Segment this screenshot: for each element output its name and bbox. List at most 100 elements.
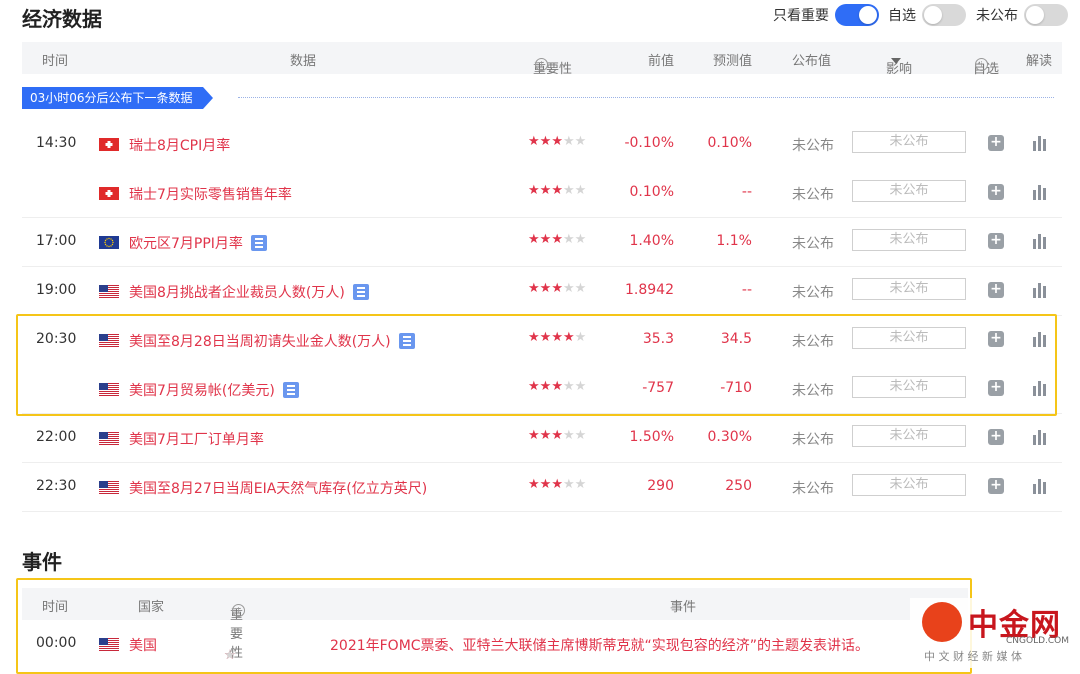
star-empty-icon: ★ bbox=[574, 281, 587, 296]
row-time: 14:30 bbox=[36, 135, 77, 151]
star-empty-icon: ★ bbox=[562, 428, 575, 443]
row-prev-value: 1.8942 bbox=[625, 282, 674, 298]
table-row[interactable]: 22:00 美国7月工厂订单月率 ★★★★★ 1.50% 0.30% 未公布 未公布 + bbox=[22, 413, 1062, 463]
row-indicator-text: 美国7月工厂订单月率 bbox=[129, 432, 264, 448]
sort-down-icon bbox=[891, 58, 901, 64]
flag-eu-icon bbox=[99, 236, 119, 249]
flag-ch-icon bbox=[99, 187, 119, 200]
star-filled-icon: ★ bbox=[528, 183, 540, 198]
watchlist-switch[interactable] bbox=[922, 4, 966, 26]
importance-stars: ★★★★★ bbox=[528, 183, 586, 198]
bar-chart-icon[interactable] bbox=[1032, 428, 1048, 445]
add-watch-button[interactable]: + bbox=[988, 135, 1004, 151]
flag-us-icon bbox=[99, 432, 119, 445]
row-published-value: 未公布 bbox=[792, 481, 834, 497]
table-row[interactable]: 14:30 瑞士8月CPI月率 ★★★★★ -0.10% 0.10% 未公布 未公布 + bbox=[22, 119, 1062, 168]
star-empty-icon: ★ bbox=[562, 232, 575, 247]
unpublished-switch[interactable] bbox=[1024, 4, 1068, 26]
row-forecast-value: 0.30% bbox=[707, 429, 752, 445]
switch-knob bbox=[1026, 6, 1044, 24]
star-filled-icon: ★ bbox=[551, 183, 563, 198]
impact-field: 未公布 bbox=[852, 131, 966, 153]
table-row[interactable]: 17:00 欧元区7月PPI月率 ★★★★★ 1.40% 1.1% 未公布 未公布 + bbox=[22, 217, 1062, 267]
star-filled-icon: ★ bbox=[551, 232, 563, 247]
row-prev-value: 1.40% bbox=[629, 233, 674, 249]
events-highlight-box bbox=[16, 578, 972, 674]
important-only-toggle-group[interactable]: 只看重要 bbox=[773, 4, 879, 26]
star-filled-icon: ★ bbox=[539, 134, 552, 149]
star-filled-icon: ★ bbox=[528, 232, 540, 247]
add-watch-button[interactable]: + bbox=[988, 184, 1004, 200]
row-indicator-text: 瑞士8月CPI月率 bbox=[129, 138, 231, 154]
col-forecast: 预测值 bbox=[713, 54, 753, 69]
star-filled-icon: ★ bbox=[539, 428, 552, 443]
impact-field: 未公布 bbox=[852, 180, 966, 202]
star-filled-icon: ★ bbox=[528, 134, 540, 149]
col-time: 时间 bbox=[42, 54, 69, 69]
add-watch-button[interactable]: + bbox=[988, 282, 1004, 298]
row-indicator-name[interactable]: 瑞士8月CPI月率 bbox=[129, 135, 230, 155]
star-empty-icon: ★ bbox=[574, 183, 587, 198]
bar-chart-icon[interactable] bbox=[1032, 134, 1048, 151]
col-published: 公布值 bbox=[792, 54, 832, 69]
switch-knob bbox=[924, 6, 942, 24]
flag-us-icon bbox=[99, 481, 119, 494]
add-watch-button[interactable]: + bbox=[988, 478, 1004, 494]
star-filled-icon: ★ bbox=[528, 477, 540, 492]
row-indicator-text: 瑞士7月实际零售销售年率 bbox=[129, 187, 292, 203]
star-filled-icon: ★ bbox=[551, 134, 563, 149]
importance-stars: ★★★★★ bbox=[528, 281, 586, 296]
star-filled-icon: ★ bbox=[539, 232, 552, 247]
star-filled-icon: ★ bbox=[551, 428, 563, 443]
next-release-countdown: 03小时06分后公布下一条数据 bbox=[22, 87, 213, 109]
row-published-value: 未公布 bbox=[792, 138, 834, 154]
row-indicator-name[interactable]: 美国8月挑战者企业裁员人数(万人) bbox=[129, 282, 369, 302]
bar-chart-icon[interactable] bbox=[1032, 232, 1048, 249]
col-data: 数据 bbox=[290, 54, 317, 69]
table-row[interactable]: 22:30 美国至8月27日当周EIA天然气库存(亿立方英尺) ★★★★★ 290 25… bbox=[22, 462, 1062, 512]
row-indicator-text: 美国至8月27日当周EIA天然气库存(亿立方英尺) bbox=[129, 481, 428, 497]
row-forecast-value: -- bbox=[741, 282, 752, 298]
unpublished-toggle-group[interactable]: 未公布 bbox=[976, 4, 1068, 26]
watchlist-label: 自选 bbox=[888, 8, 916, 24]
report-doc-icon[interactable] bbox=[250, 235, 267, 251]
row-indicator-name[interactable]: 美国7月工厂订单月率 bbox=[129, 429, 264, 449]
star-filled-icon: ★ bbox=[551, 281, 563, 296]
star-filled-icon: ★ bbox=[528, 281, 540, 296]
row-indicator-name[interactable]: 欧元区7月PPI月率 bbox=[129, 233, 267, 253]
timeline-divider bbox=[238, 97, 1054, 98]
page-title: 经济数据 bbox=[22, 7, 102, 31]
star-empty-icon: ★ bbox=[562, 281, 575, 296]
bar-chart-icon[interactable] bbox=[1032, 183, 1048, 200]
info-icon[interactable]: i bbox=[975, 58, 988, 71]
row-indicator-name[interactable]: 瑞士7月实际零售销售年率 bbox=[129, 184, 292, 204]
info-icon[interactable]: i bbox=[535, 58, 548, 71]
row-time: 17:00 bbox=[36, 233, 77, 249]
row-published-value: 未公布 bbox=[792, 236, 834, 252]
star-empty-icon: ★ bbox=[562, 183, 575, 198]
row-forecast-value: 250 bbox=[725, 478, 752, 494]
star-filled-icon: ★ bbox=[551, 477, 563, 492]
impact-field: 未公布 bbox=[852, 278, 966, 300]
bar-chart-icon[interactable] bbox=[1032, 281, 1048, 298]
impact-field: 未公布 bbox=[852, 425, 966, 447]
importance-stars: ★★★★★ bbox=[528, 428, 586, 443]
table-row[interactable]: 19:00 美国8月挑战者企业裁员人数(万人) ★★★★★ 1.8942 -- 未公布 未公… bbox=[22, 266, 1062, 316]
add-watch-button[interactable]: + bbox=[988, 429, 1004, 445]
add-watch-button[interactable]: + bbox=[988, 233, 1004, 249]
watchlist-toggle-group[interactable]: 自选 bbox=[888, 4, 966, 26]
events-title: 事件 bbox=[22, 550, 62, 574]
table-row[interactable]: 瑞士7月实际零售销售年率 ★★★★★ 0.10% -- 未公布 未公布 + bbox=[22, 168, 1062, 218]
star-empty-icon: ★ bbox=[574, 232, 587, 247]
switch-knob bbox=[859, 6, 877, 24]
row-indicator-name[interactable]: 美国至8月27日当周EIA天然气库存(亿立方英尺) bbox=[129, 478, 427, 498]
important-only-switch[interactable] bbox=[835, 4, 879, 26]
star-filled-icon: ★ bbox=[528, 428, 540, 443]
star-filled-icon: ★ bbox=[539, 477, 552, 492]
star-empty-icon: ★ bbox=[574, 134, 587, 149]
important-only-label: 只看重要 bbox=[773, 8, 829, 24]
star-filled-icon: ★ bbox=[539, 281, 552, 296]
bar-chart-icon[interactable] bbox=[1032, 477, 1048, 494]
row-published-value: 未公布 bbox=[792, 432, 834, 448]
report-doc-icon[interactable] bbox=[352, 284, 369, 300]
